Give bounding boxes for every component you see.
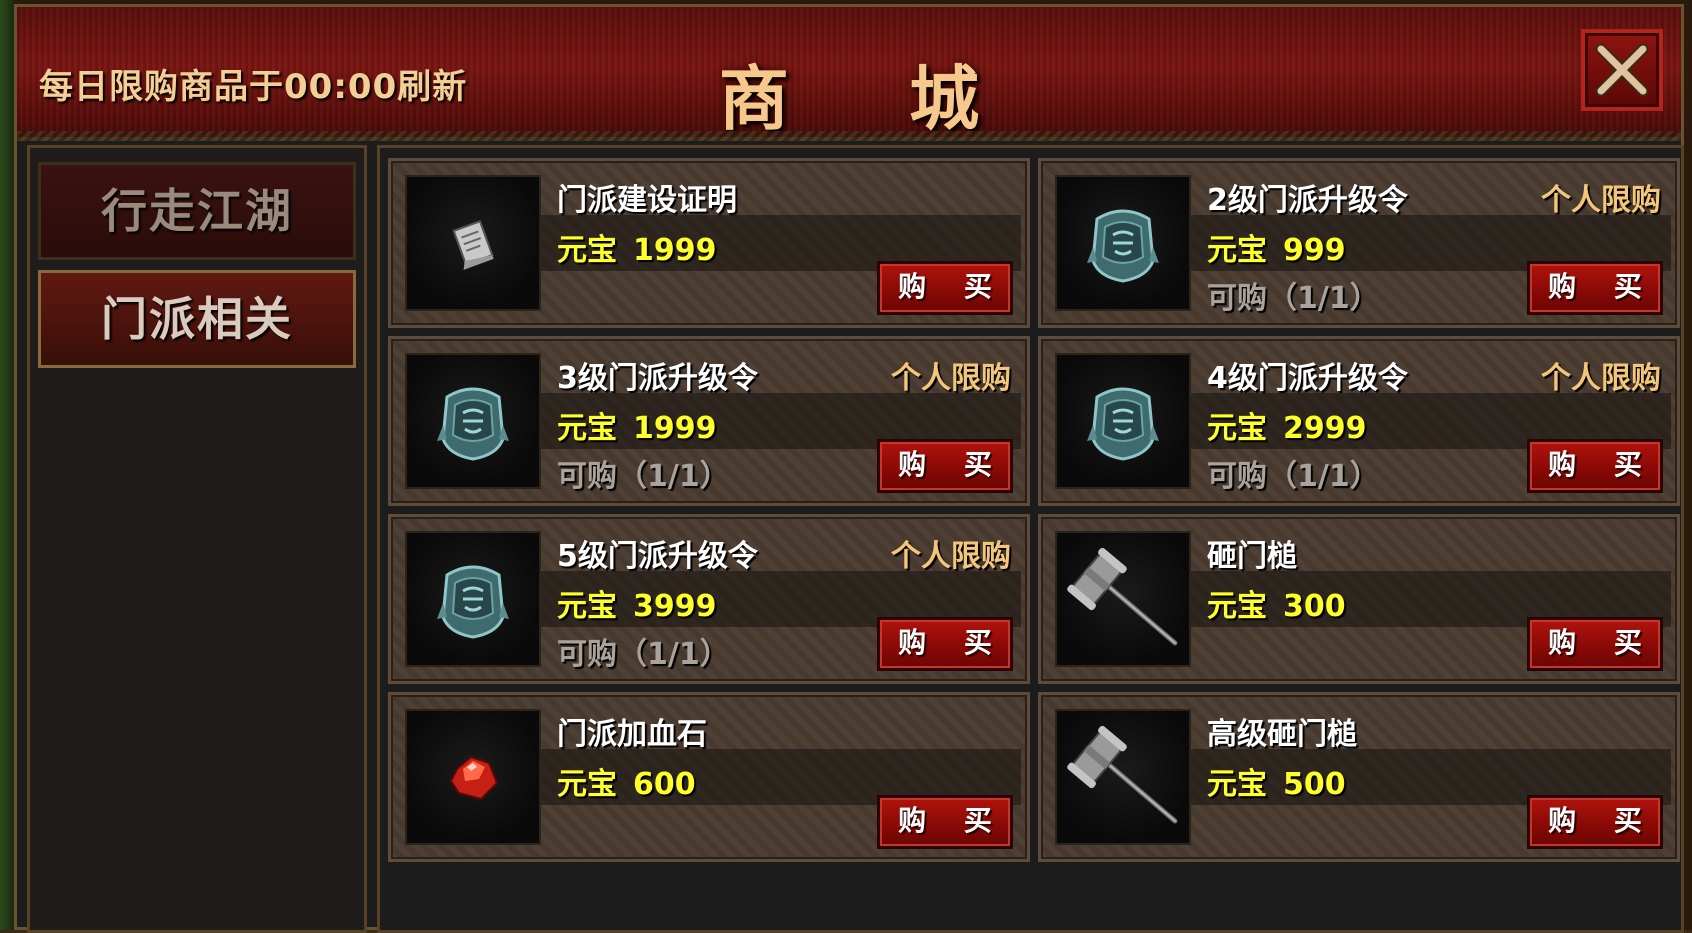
buy-button[interactable]: 购 买 <box>1527 439 1663 493</box>
item-icon-slot[interactable] <box>1055 175 1191 311</box>
item-icon-slot[interactable] <box>1055 709 1191 845</box>
price-amount: 2999 <box>1283 411 1367 446</box>
tab-jianghu[interactable]: 行走江湖 <box>38 162 356 260</box>
currency-label: 元宝 <box>1207 589 1267 624</box>
close-button[interactable] <box>1581 29 1663 111</box>
buy-button[interactable]: 购 买 <box>1527 617 1663 671</box>
buy-button[interactable]: 购 买 <box>877 617 1013 671</box>
item-name: 砸门槌 <box>1207 539 1297 574</box>
currency-label: 元宝 <box>557 233 617 268</box>
item-icon-slot[interactable] <box>405 175 541 311</box>
item-name: 3级门派升级令 <box>557 361 758 396</box>
hammer-icon <box>1067 547 1178 646</box>
shop-header: 每日限购商品于00:00刷新 商 城 <box>17 7 1681 141</box>
buy-button[interactable]: 购 买 <box>877 795 1013 849</box>
hammer-icon <box>1067 725 1178 824</box>
item-price: 元宝 999 <box>1207 225 1346 269</box>
item-name: 2级门派升级令 <box>1207 183 1408 218</box>
shop-item-card-7: 门派加血石 元宝 600 购 买 <box>388 692 1030 862</box>
shop-item-card-4: 4级门派升级令 个人限购 元宝 2999 可购（1/1） 购 买 <box>1038 336 1680 506</box>
purchase-limit-label: 个人限购 <box>1541 183 1661 218</box>
currency-label: 元宝 <box>557 589 617 624</box>
item-icon-slot[interactable] <box>405 709 541 845</box>
price-amount: 1999 <box>633 411 717 446</box>
purchase-quota: 可购（1/1） <box>1207 281 1380 316</box>
page-title: 商 城 <box>718 58 1028 140</box>
shop-item-card-3: 3级门派升级令 个人限购 元宝 1999 可购（1/1） 购 买 <box>388 336 1030 506</box>
category-sidebar: 行走江湖 门派相关 <box>27 145 367 933</box>
sect-token-icon <box>437 387 509 461</box>
item-price: 元宝 3999 <box>557 581 717 625</box>
sect-token-icon <box>437 565 509 639</box>
item-price: 元宝 1999 <box>557 403 717 447</box>
shop-window: 每日限购商品于00:00刷新 商 城 行走江湖 门派相关 门派建设证明 元宝 19… <box>14 4 1684 933</box>
buy-button[interactable]: 购 买 <box>877 439 1013 493</box>
sect-token-icon <box>1087 387 1159 461</box>
price-amount: 1999 <box>633 233 717 268</box>
buy-button[interactable]: 购 买 <box>1527 261 1663 315</box>
shop-item-card-8: 高级砸门槌 元宝 500 购 买 <box>1038 692 1680 862</box>
currency-label: 元宝 <box>1207 411 1267 446</box>
purchase-limit-label: 个人限购 <box>891 539 1011 574</box>
purchase-quota: 可购（1/1） <box>557 637 730 672</box>
item-price: 元宝 300 <box>1207 581 1346 625</box>
item-list: 门派建设证明 元宝 1999 购 买 2级门派升级令 个人限购 元宝 999 可购（… <box>377 145 1684 933</box>
item-name: 高级砸门槌 <box>1207 717 1357 752</box>
price-amount: 600 <box>633 767 696 802</box>
currency-label: 元宝 <box>557 767 617 802</box>
price-amount: 999 <box>1283 233 1346 268</box>
item-name: 门派加血石 <box>557 717 707 752</box>
price-amount: 300 <box>1283 589 1346 624</box>
item-price: 元宝 1999 <box>557 225 717 269</box>
price-amount: 500 <box>1283 767 1346 802</box>
item-price: 元宝 500 <box>1207 759 1346 803</box>
close-icon <box>1595 43 1649 97</box>
shop-item-card-6: 砸门槌 元宝 300 购 买 <box>1038 514 1680 684</box>
purchase-limit-label: 个人限购 <box>891 361 1011 396</box>
item-grid: 门派建设证明 元宝 1999 购 买 2级门派升级令 个人限购 元宝 999 可购（… <box>388 158 1680 862</box>
shop-item-card-1: 门派建设证明 元宝 1999 购 买 <box>388 158 1030 328</box>
tab-sect[interactable]: 门派相关 <box>38 270 356 368</box>
item-icon-slot[interactable] <box>1055 353 1191 489</box>
item-icon-slot[interactable] <box>1055 531 1191 667</box>
buy-button[interactable]: 购 买 <box>877 261 1013 315</box>
red-gem-icon <box>449 755 499 801</box>
purchase-quota: 可购（1/1） <box>1207 459 1380 494</box>
currency-label: 元宝 <box>1207 233 1267 268</box>
currency-label: 元宝 <box>1207 767 1267 802</box>
item-price: 元宝 600 <box>557 759 696 803</box>
item-icon-slot[interactable] <box>405 353 541 489</box>
item-name: 门派建设证明 <box>557 183 737 218</box>
item-name: 5级门派升级令 <box>557 539 758 574</box>
price-amount: 3999 <box>633 589 717 624</box>
sect-token-icon <box>1087 209 1159 283</box>
item-name: 4级门派升级令 <box>1207 361 1408 396</box>
certificate-icon <box>452 220 494 270</box>
shop-item-card-5: 5级门派升级令 个人限购 元宝 3999 可购（1/1） 购 买 <box>388 514 1030 684</box>
buy-button[interactable]: 购 买 <box>1527 795 1663 849</box>
item-icon-slot[interactable] <box>405 531 541 667</box>
purchase-quota: 可购（1/1） <box>557 459 730 494</box>
purchase-limit-label: 个人限购 <box>1541 361 1661 396</box>
currency-label: 元宝 <box>557 411 617 446</box>
item-price: 元宝 2999 <box>1207 403 1367 447</box>
shop-item-card-2: 2级门派升级令 个人限购 元宝 999 可购（1/1） 购 买 <box>1038 158 1680 328</box>
